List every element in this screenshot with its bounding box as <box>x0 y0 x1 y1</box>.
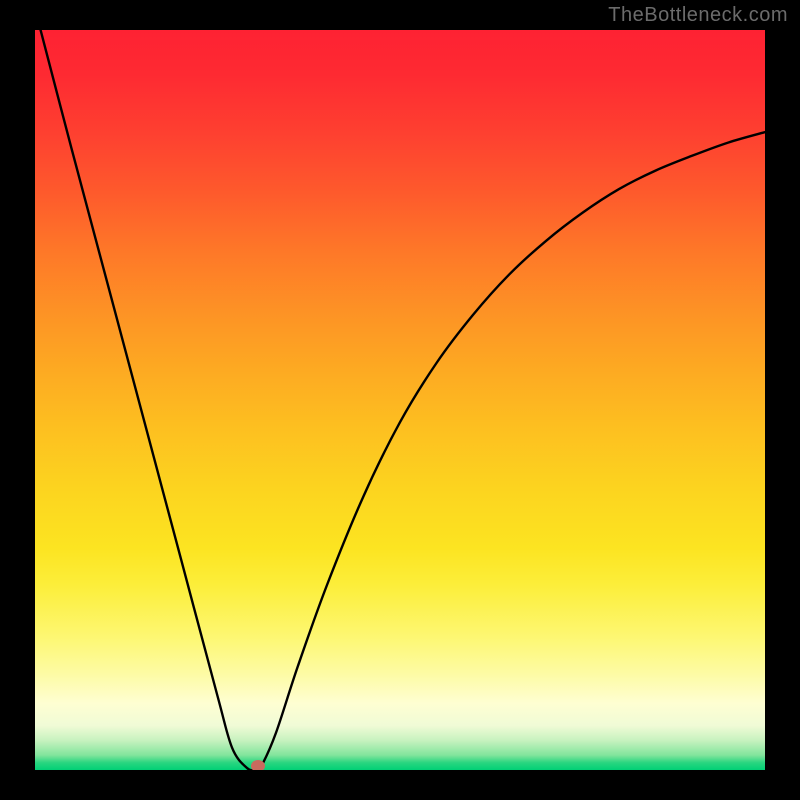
chart-curve <box>35 30 765 770</box>
watermark-text: TheBottleneck.com <box>608 4 788 27</box>
bottleneck-marker-dot <box>251 760 265 770</box>
chart-plot-area <box>35 30 765 770</box>
